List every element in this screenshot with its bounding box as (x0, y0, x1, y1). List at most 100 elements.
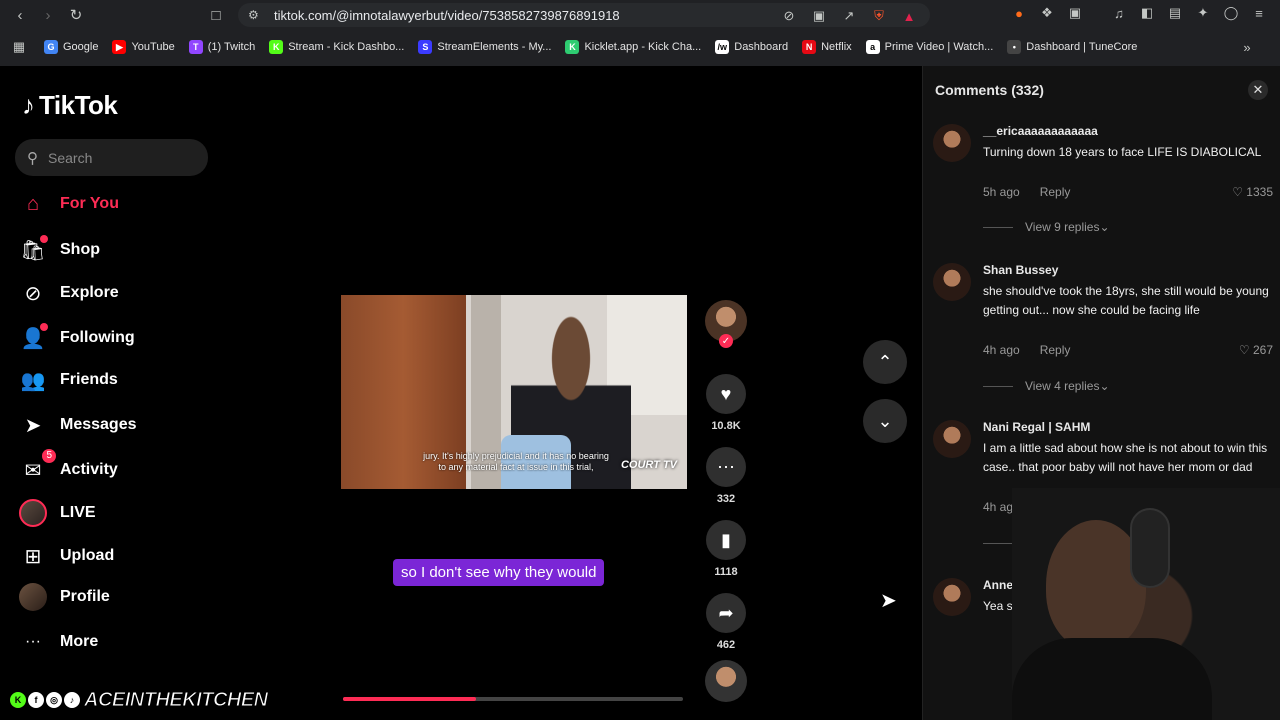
extension-fox-icon[interactable]: ● (1010, 4, 1028, 22)
sidebar-item-live[interactable]: LIVE (18, 497, 96, 529)
sidebar-item-label: For You (60, 195, 119, 212)
commenter-name[interactable]: __ericaaaaaaaaaaaa (983, 124, 1098, 138)
sidebar-item-more[interactable]: ··· More (18, 626, 98, 658)
commenter-name[interactable]: Anne (983, 578, 1013, 592)
back-icon[interactable]: ‹ (6, 1, 34, 29)
sidebar-item-upload[interactable]: ⊞ Upload (18, 540, 115, 572)
next-video-button[interactable]: ⌄ (863, 399, 907, 443)
bookmark-item[interactable]: T (1) Twitch (188, 40, 255, 54)
inbox-icon: ✉ 5 (18, 449, 56, 485)
browser-chrome: ‹ › ↻ □ ⚙ tiktok.com/@imnotalawyerbut/vi… (0, 0, 1280, 66)
replies-divider (983, 385, 1013, 387)
extensions-puzzle-icon[interactable]: ❖ (1038, 4, 1056, 22)
previous-video-button[interactable]: ⌃ (863, 340, 907, 384)
caption-line-2: to any material fact at issue in this tr… (438, 462, 594, 472)
commenter-name[interactable]: Nani Regal | SAHM (983, 420, 1090, 434)
reply-button[interactable]: Reply (1040, 185, 1071, 199)
bookmark-item[interactable]: K Kicklet.app - Kick Cha... (565, 40, 701, 54)
share-icon[interactable]: ↗ (840, 7, 858, 25)
sidebar-item-activity[interactable]: ✉ 5 Activity (18, 449, 118, 486)
commenter-name[interactable]: Shan Bussey (983, 263, 1058, 277)
more-icon: ··· (25, 633, 41, 650)
sidebar-item-profile[interactable]: Profile (18, 581, 110, 613)
close-icon[interactable]: ✕ (1248, 80, 1268, 100)
brave-shield-icon[interactable]: ⛨ (870, 7, 888, 25)
bookmark-item[interactable]: a Prime Video | Watch... (865, 40, 993, 54)
live-avatar (19, 499, 47, 527)
replies-divider (983, 542, 1013, 544)
forward-icon[interactable]: › (34, 1, 62, 29)
comment-meta: 4h ago Reply (983, 343, 1070, 357)
bookmark-label: YouTube (131, 41, 175, 53)
sidebar-item-messages[interactable]: ➤ Messages (18, 409, 137, 441)
bookmark-item[interactable]: S StreamElements - My... (418, 40, 551, 54)
live-avatar-icon (18, 498, 48, 528)
heart-outline-icon: ♡ (1232, 185, 1247, 199)
tiktok-logo[interactable]: ♪ TikTok (22, 90, 118, 121)
sidebar-item-friends[interactable]: 👥 Friends (18, 364, 118, 396)
wallet-icon[interactable]: ▤ (1166, 4, 1184, 22)
reload-icon[interactable]: ↻ (62, 1, 90, 29)
comment-like-button[interactable]: ♡ 1335 (1232, 185, 1273, 199)
heart-outline-icon: ♡ (1238, 343, 1253, 357)
address-bar[interactable]: ⚙ tiktok.com/@imnotalawyerbut/video/7538… (238, 3, 930, 27)
video-progress-bar[interactable] (343, 697, 683, 701)
sidebar-icon[interactable]: ◧ (1138, 4, 1156, 22)
bookmark-item[interactable]: ▶ YouTube (112, 40, 175, 54)
leo-icon[interactable]: ✦ (1194, 4, 1212, 22)
commenter-avatar[interactable] (933, 263, 971, 301)
music-icon[interactable]: ♫ (1110, 4, 1128, 22)
cast-icon[interactable]: ▣ (810, 7, 828, 25)
sidebar-item-explore[interactable]: ⊘ Explore (18, 277, 119, 309)
sidebar-item-label: Upload (60, 547, 115, 564)
bookmarks-overflow-icon[interactable]: » (1238, 38, 1256, 56)
view-replies-button[interactable]: View 4 replies ⌄ (983, 379, 1110, 393)
comment-like-button[interactable]: ♡ 267 (1239, 343, 1273, 357)
menu-icon[interactable]: ≡ (1250, 4, 1268, 22)
bookmark-icon[interactable]: □ (202, 1, 230, 29)
bookmark-favicon-icon: T (188, 40, 203, 54)
bookmark-item[interactable]: • Dashboard | TuneCore (1007, 40, 1137, 54)
bookmark-item[interactable]: /w Dashboard (715, 40, 788, 54)
following-icon: 👤 (18, 323, 48, 353)
music-disc[interactable] (705, 660, 747, 702)
comment-text: Turning down 18 years to face LIFE IS DI… (983, 145, 1262, 159)
bookmark-label: Dashboard (734, 41, 789, 53)
share-button[interactable]: ➦ 462 (700, 593, 752, 651)
sidebar-item-for-you[interactable]: ⌂ For You (18, 188, 119, 220)
commenter-avatar[interactable] (933, 578, 971, 616)
comment-time: 4h ago (983, 343, 1020, 357)
commenter-avatar[interactable] (933, 420, 971, 458)
bookmark-item[interactable]: N Netflix (802, 40, 852, 54)
video-content[interactable]: jury. It's highly prejudicial and it has… (341, 295, 687, 489)
comment-button[interactable]: ⋯ 332 (700, 447, 752, 505)
search-input[interactable]: ⚲ Search (15, 139, 208, 176)
bookmark-item[interactable]: K Stream - Kick Dashbo... (269, 40, 404, 54)
chevron-up-icon: ⌃ (877, 351, 893, 372)
sidebar-item-following[interactable]: 👤 Following (18, 322, 135, 354)
bookmark-label: StreamElements - My... (437, 41, 552, 53)
view-replies-label: View 9 replies (1025, 220, 1100, 234)
eye-off-icon[interactable]: ⊘ (780, 7, 798, 25)
save-button[interactable]: ▮ 1118 (700, 520, 752, 578)
sidebar-item-shop[interactable]: 🛍 Shop (18, 234, 100, 266)
like-count: 10.8K (711, 420, 741, 432)
reply-button[interactable]: Reply (1040, 343, 1071, 357)
sidebar-item-label: More (60, 633, 99, 650)
commenter-avatar[interactable] (933, 124, 971, 162)
site-info-icon[interactable]: ⚙ (248, 8, 268, 22)
mouse-cursor-icon: ➤ (880, 590, 897, 612)
replies-divider (983, 226, 1013, 228)
url-text[interactable]: tiktok.com/@imnotalawyerbut/video/753858… (274, 8, 620, 23)
bookmark-item[interactable]: G Google (44, 40, 98, 54)
brave-rewards-icon[interactable]: ▲ (900, 7, 918, 25)
like-button[interactable]: ♥ 10.8K (700, 374, 752, 432)
view-replies-button[interactable]: View 9 replies ⌄ (983, 220, 1110, 234)
screenshot-icon[interactable]: ▣ (1066, 4, 1084, 22)
bookmark-label: Dashboard | TuneCore (1026, 41, 1138, 53)
notification-dot (40, 323, 48, 331)
bookmark-favicon-icon: /w (715, 40, 730, 54)
vpn-icon[interactable]: ◯ (1222, 4, 1240, 22)
apps-grid-icon[interactable]: ▦ (10, 38, 28, 56)
follow-check-icon[interactable]: ✓ (719, 334, 733, 348)
